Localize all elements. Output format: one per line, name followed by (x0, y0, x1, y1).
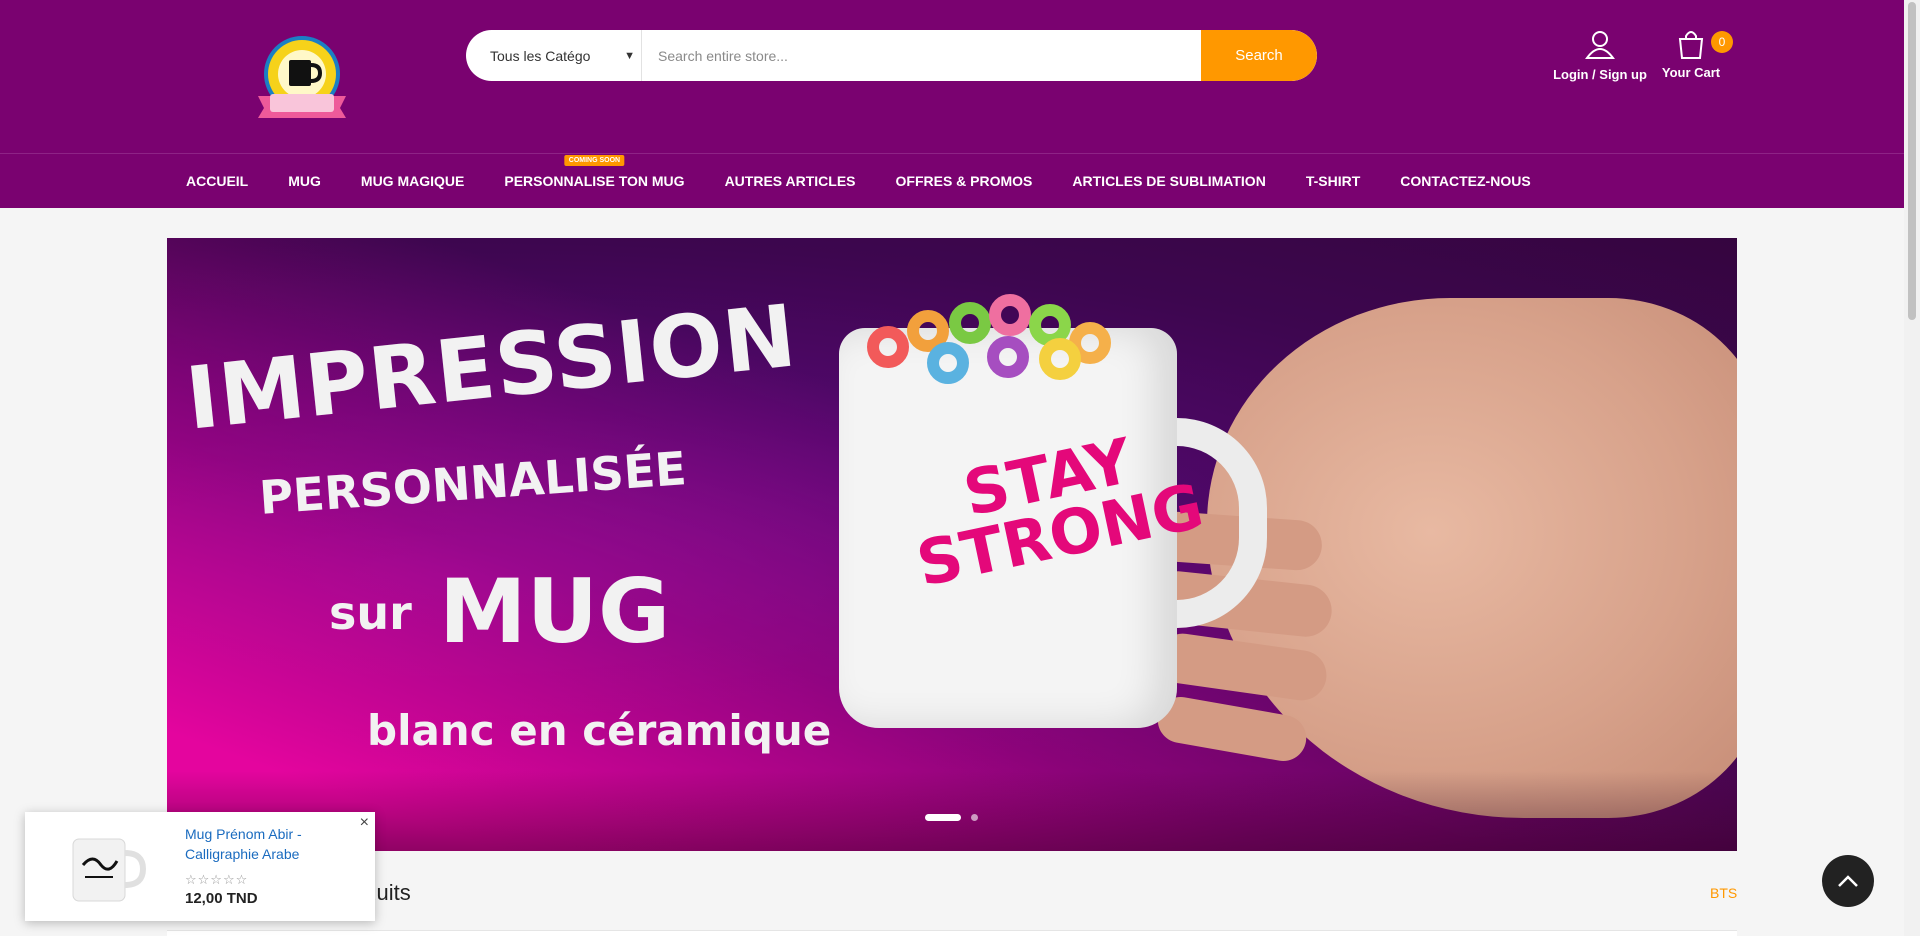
cereal (989, 294, 1031, 336)
chevron-up-icon (1838, 875, 1858, 887)
popup-product-price: 12,00 TND (185, 890, 258, 907)
nav-item-label: ACCUEIL (186, 173, 249, 189)
cart-label: Your Cart (1661, 65, 1721, 80)
cart-count-badge: 0 (1711, 31, 1733, 53)
nav-item-label: ARTICLES DE SUBLIMATION (1072, 173, 1266, 189)
user-icon (1585, 31, 1615, 59)
slider-dot-1[interactable] (925, 814, 961, 821)
category-select[interactable]: Tous les Catégo ▼ (466, 30, 642, 81)
nav-item-offres-promos[interactable]: OFFRES & PROMOS (876, 154, 1053, 208)
nav-item-label: PERSONNALISE TON MUG (504, 173, 685, 189)
account-label: Login / Sign up (1553, 67, 1647, 82)
page-scrollbar[interactable] (1904, 0, 1920, 936)
nav-item-mug-magique[interactable]: MUG MAGIQUE (341, 154, 484, 208)
product-grid-top (167, 930, 1737, 936)
nav-item-t-shirt[interactable]: T-SHIRT (1286, 154, 1380, 208)
cereal (867, 326, 909, 368)
nav-item-label: MUG (288, 173, 321, 189)
nav-item-label: T-SHIRT (1305, 173, 1361, 189)
banner-tagline: blanc en céramique (367, 706, 832, 755)
cereal (1039, 338, 1081, 380)
banner-text-sur: sur (329, 586, 412, 640)
slider-dot-2[interactable] (971, 814, 978, 821)
popup-rating-stars: ☆☆☆☆☆ (185, 872, 249, 887)
nav-item-mug[interactable]: MUG (268, 154, 341, 208)
hero-banner[interactable]: STAY STRONG IMPRESSION PERSONNALISÉE sur… (167, 238, 1737, 851)
scrollbar-thumb[interactable] (1908, 2, 1916, 320)
nav-item-accueil[interactable]: ACCUEIL (166, 154, 268, 208)
popup-product-image[interactable] (45, 824, 163, 914)
site-logo[interactable] (252, 34, 352, 126)
nav-item-personnalise-ton-mug[interactable]: COMING SOON PERSONNALISE TON MUG (484, 154, 704, 208)
banner-text-mug: MUG (439, 560, 671, 663)
nav-item-contactez-nous[interactable]: CONTACTEZ-NOUS (1380, 154, 1550, 208)
slider-dots (925, 814, 978, 821)
main-nav: ACCUEIL MUG MUG MAGIQUE COMING SOON PERS… (0, 153, 1904, 208)
back-to-top-button[interactable] (1822, 855, 1874, 907)
header: Tous les Catégo ▼ Search Login / Sign up… (0, 0, 1904, 153)
cereal (949, 302, 991, 344)
nav-list: ACCUEIL MUG MUG MAGIQUE COMING SOON PERS… (166, 154, 1551, 208)
search-input[interactable] (642, 30, 1201, 81)
nav-item-articles-sublimation[interactable]: ARTICLES DE SUBLIMATION (1052, 154, 1285, 208)
chevron-down-icon: ▼ (624, 49, 635, 62)
search-bar: Tous les Catégo ▼ Search (466, 30, 1317, 81)
nav-item-label: CONTACTEZ-NOUS (1400, 173, 1531, 189)
nav-item-label: OFFRES & PROMOS (895, 173, 1033, 189)
cart-link[interactable]: Your Cart 0 (1656, 28, 1733, 80)
cereal (987, 336, 1029, 378)
section-tab-bts[interactable]: BTS (1710, 885, 1737, 901)
nav-item-label: MUG MAGIQUE (360, 173, 465, 189)
search-button[interactable]: Search (1201, 30, 1317, 81)
shopping-bag-icon (1678, 31, 1704, 59)
coming-soon-badge: COMING SOON (564, 155, 625, 166)
banner-bottom-shadow (167, 771, 1737, 851)
recent-sale-popup[interactable]: Mug Prénom Abir - Calligraphie Arabe ☆☆☆… (25, 812, 375, 921)
cereal (927, 342, 969, 384)
nav-item-label: AUTRES ARTICLES (724, 173, 856, 189)
account-link[interactable]: Login / Sign up (1550, 28, 1650, 82)
category-select-value: Tous les Catégo (490, 47, 591, 64)
nav-item-autres-articles[interactable]: AUTRES ARTICLES (705, 154, 876, 208)
popup-product-name[interactable]: Mug Prénom Abir - Calligraphie Arabe (185, 824, 335, 864)
close-icon[interactable]: × (360, 814, 369, 832)
